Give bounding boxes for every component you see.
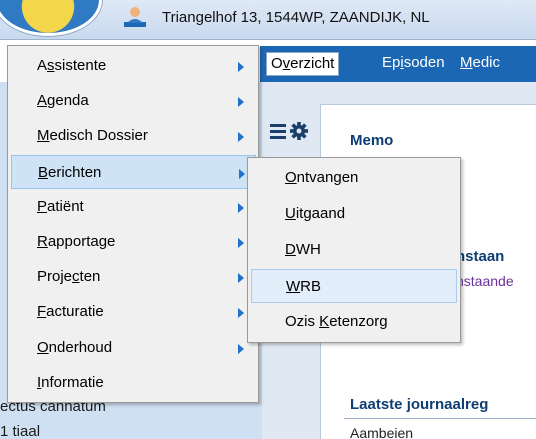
submenu-arrow-icon <box>239 168 245 179</box>
submenu-item-ontvangen[interactable]: Ontvangen <box>251 161 457 195</box>
submenu-arrow-icon <box>238 238 244 248</box>
submenu-item-label: Ozis Ketenzorg <box>285 313 388 330</box>
menu-item-medisch-dossier[interactable]: Medisch Dossier <box>11 119 256 153</box>
menu-item-label: Assistente <box>37 57 107 74</box>
menu-item-projecten[interactable]: Projecten <box>11 260 256 294</box>
memo-title: Memo <box>350 132 394 149</box>
bestaande-link[interactable]: nstaande <box>456 273 514 289</box>
top-bar: Triangelhof 13, 1544WP, ZAANDIJK, NL <box>0 0 536 40</box>
bestaande-heading: nstaan <box>456 248 505 265</box>
divider <box>344 418 536 419</box>
submenu-item-uitgaand[interactable]: Uitgaand <box>251 197 457 231</box>
menu-item-label: Informatie <box>37 373 104 391</box>
submenu-arrow-icon <box>238 97 244 108</box>
menu-item-facturatie[interactable]: Facturatie <box>11 295 256 329</box>
left-panel-text: 1 tiaal <box>0 423 41 439</box>
submenu-item-label: Ontvangen <box>285 169 359 186</box>
list-icon[interactable] <box>270 124 286 139</box>
menu-item-label: Berichten <box>38 163 102 181</box>
menu-item-rapportage[interactable]: Rapportage <box>11 225 256 259</box>
submenu-item-dwh[interactable]: DWH <box>251 233 457 267</box>
submenu-item-label: Uitgaand <box>285 205 346 222</box>
submenu-arrow-icon <box>238 202 244 213</box>
menu-item-patient[interactable]: Patiënt <box>11 190 256 224</box>
menu-item-informatie[interactable]: Informatie <box>11 366 256 400</box>
tab-episoden[interactable]: Episoden <box>378 52 449 76</box>
menu-item-label: Patiënt <box>37 197 84 215</box>
menu-item-label: Rapportage <box>37 233 116 250</box>
journaal-title: Laatste journaalreg <box>350 396 489 413</box>
submenu-item-label: WRB <box>286 278 322 295</box>
menu-item-berichten[interactable]: Berichten <box>11 154 256 189</box>
submenu-arrow-icon <box>238 62 244 72</box>
gear-icon[interactable] <box>290 122 308 140</box>
submenu-arrow-icon <box>238 132 244 143</box>
menu-item-agenda[interactable]: Agenda <box>11 84 256 118</box>
submenu-arrow-icon <box>238 273 244 284</box>
tab-medic[interactable]: Medic <box>456 52 504 76</box>
menu-item-assistente[interactable]: Assistente <box>11 49 256 83</box>
menu-item-label: Projecten <box>37 268 101 286</box>
tab-bar: Overzicht Episoden Medic <box>260 46 536 82</box>
menu-item-label: Agenda <box>37 92 89 110</box>
submenu-arrow-icon <box>238 308 244 319</box>
menu-item-label: Onderhoud <box>37 338 113 356</box>
app-logo <box>0 0 102 36</box>
tab-overzicht[interactable]: Overzicht <box>266 52 340 76</box>
toolbar-icons <box>270 122 308 140</box>
berichten-submenu: Ontvangen Uitgaand DWH WRB Ozis Ketenzorg <box>247 157 461 343</box>
submenu-item-wrb[interactable]: WRB <box>251 269 457 303</box>
menu-item-onderhoud[interactable]: Onderhoud <box>11 331 256 365</box>
menu-item-label: Facturatie <box>37 303 104 321</box>
patient-address: Triangelhof 13, 1544WP, ZAANDIJK, NL <box>162 9 430 26</box>
person-icon <box>124 7 146 27</box>
submenu-arrow-icon <box>238 343 244 354</box>
menu-item-label: Medisch Dossier <box>37 127 148 145</box>
main-menu: Assistente Agenda Medisch Dossier Berichten… <box>7 45 259 403</box>
submenu-item-label: DWH <box>285 241 321 258</box>
submenu-item-ozis-ketenzorg[interactable]: Ozis Ketenzorg <box>251 305 457 339</box>
journaal-entry[interactable]: Aambeien <box>350 425 413 439</box>
